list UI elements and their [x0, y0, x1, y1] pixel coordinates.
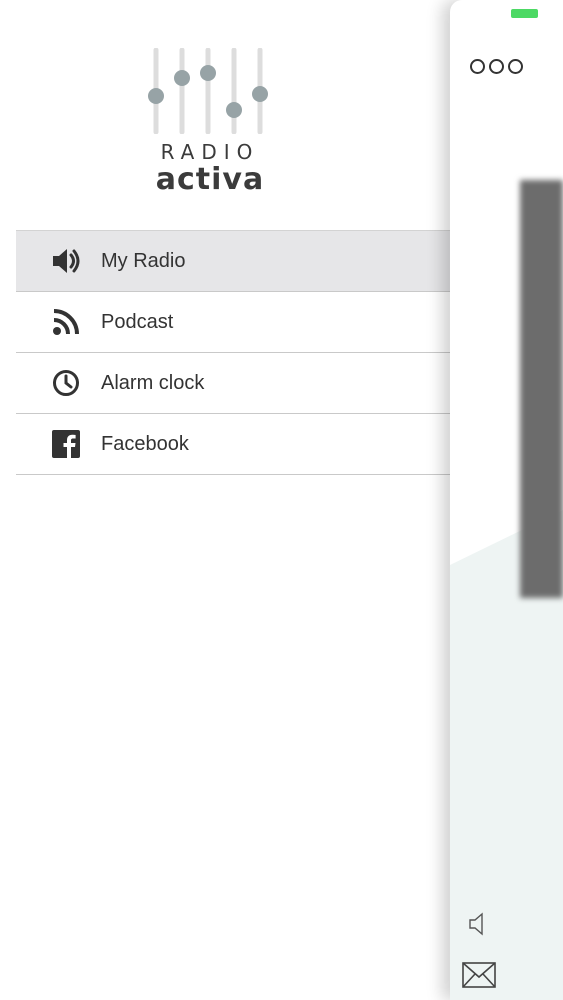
- logo-text-radio: RADIO: [160, 140, 260, 164]
- menu-item-label: Alarm clock: [101, 371, 205, 394]
- three-dots-icon[interactable]: [470, 59, 523, 74]
- menu-item-facebook[interactable]: Facebook: [16, 414, 450, 475]
- menu-item-label: Podcast: [101, 310, 174, 333]
- main-content-panel[interactable]: [450, 0, 563, 1000]
- speaker-icon: [44, 246, 88, 276]
- logo-text-activa: activa: [155, 162, 265, 197]
- menu-item-label: Facebook: [101, 432, 189, 455]
- content-image-block: [520, 180, 563, 598]
- menu-item-podcast[interactable]: Podcast: [16, 292, 450, 353]
- rss-icon: [44, 307, 88, 337]
- menu-item-alarm-clock[interactable]: Alarm clock: [16, 353, 450, 414]
- equalizer-sliders-icon: [148, 48, 268, 134]
- dot: [489, 59, 504, 74]
- facebook-icon: [44, 429, 88, 459]
- radio-activa-logo: RADIO activa: [140, 44, 280, 197]
- battery-indicator: [511, 9, 538, 18]
- dot: [470, 59, 485, 74]
- menu-item-label: My Radio: [101, 249, 186, 272]
- navigation-drawer: RADIO activa My Radio Podcast Alarm cloc…: [0, 0, 450, 1000]
- clock-icon: [44, 368, 88, 398]
- envelope-icon[interactable]: [462, 962, 496, 988]
- dot: [508, 59, 523, 74]
- menu-list: My Radio Podcast Alarm clock Facebook: [16, 230, 450, 475]
- menu-item-my-radio[interactable]: My Radio: [16, 231, 450, 292]
- speaker-outline-icon[interactable]: [468, 912, 488, 936]
